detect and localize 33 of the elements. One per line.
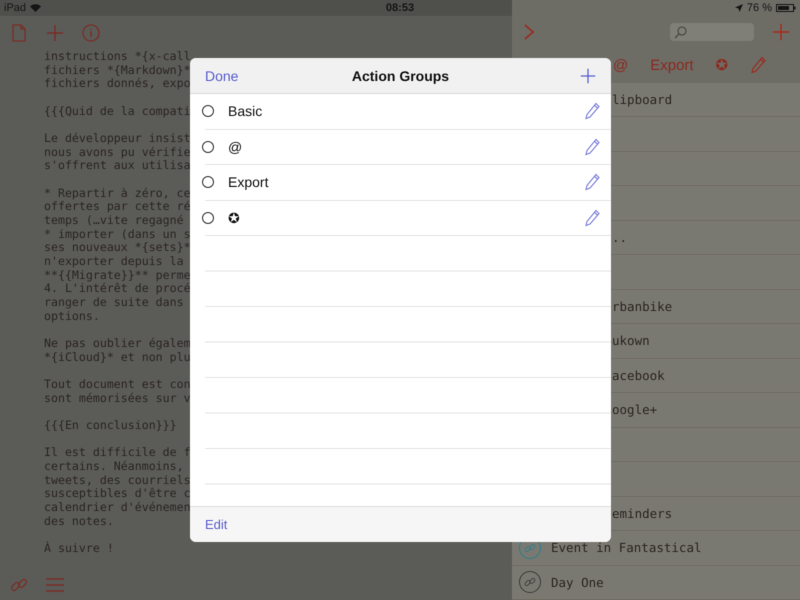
clock: 08:53 [386, 2, 414, 14]
location-arrow-icon [734, 4, 743, 12]
pencil-icon[interactable] [585, 102, 601, 120]
edit-button[interactable]: Edit [205, 517, 228, 532]
wifi-icon [30, 4, 42, 12]
action-label[interactable]: lipboard [612, 92, 672, 107]
action-label[interactable]: oogle+ [612, 402, 658, 418]
pencil-icon[interactable] [585, 138, 601, 156]
action-label[interactable]: acebook [612, 368, 665, 383]
battery-icon [776, 4, 796, 12]
group-label[interactable]: Export [228, 174, 268, 190]
add-icon[interactable] [580, 68, 596, 84]
battery-percent: 76 % [746, 2, 772, 14]
action-label[interactable]: eminders [612, 506, 672, 521]
action-label[interactable]: Event in Fantastical [551, 540, 702, 556]
radio-button[interactable] [202, 212, 214, 224]
action-label[interactable]: rbanbike [612, 298, 672, 314]
pencil-icon[interactable] [585, 173, 601, 192]
sheet-title: Action Groups [352, 68, 450, 84]
done-button[interactable]: Done [205, 68, 238, 84]
radio-button[interactable] [202, 176, 214, 188]
pencil-icon[interactable] [585, 208, 601, 227]
group-label[interactable]: @ [228, 138, 242, 155]
search-icon [674, 26, 687, 39]
search-field[interactable] [670, 23, 754, 42]
group-label[interactable]: Basic [228, 103, 262, 120]
device-name: iPad [4, 2, 26, 14]
action-label[interactable]: Day One [551, 574, 604, 590]
radio-button[interactable] [202, 105, 214, 118]
radio-button[interactable] [202, 140, 214, 153]
group-label[interactable]: ✪ [228, 210, 240, 226]
action-label[interactable]: .. [612, 230, 628, 245]
action-label[interactable]: ukown [612, 333, 650, 348]
